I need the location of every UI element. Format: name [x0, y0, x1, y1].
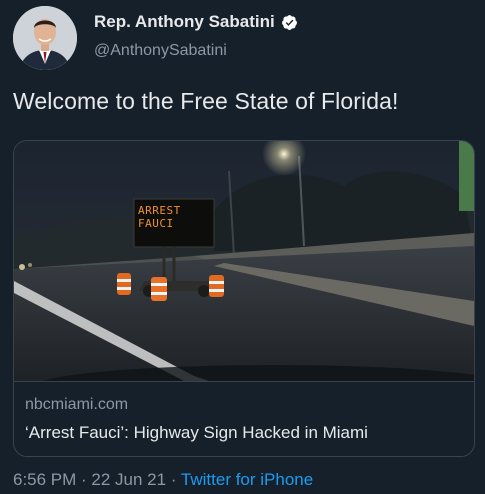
card-divider: [14, 381, 474, 382]
avatar[interactable]: [13, 6, 77, 70]
tweet-time[interactable]: 6:56 PM: [13, 470, 76, 489]
highway-night-photo: ARREST FAUCI: [14, 141, 474, 381]
card-image[interactable]: ARREST FAUCI: [14, 141, 474, 381]
verified-badge-icon: [281, 14, 297, 30]
display-name[interactable]: Rep. Anthony Sabatini: [94, 12, 275, 32]
tweet-meta: 6:56 PM · 22 Jun 21 · Twitter for iPhone: [13, 470, 313, 490]
handle[interactable]: @AnthonySabatini: [94, 42, 227, 60]
tweet-date[interactable]: 22 Jun 21: [91, 470, 166, 489]
barrel-right-icon: [209, 275, 224, 297]
sign-line-1: ARREST: [138, 204, 181, 217]
barrel-left-icon: [117, 273, 131, 295]
link-card[interactable]: ARREST FAUCI nbcmiami.com ‘Arrest Fauci’…: [13, 140, 475, 457]
profile-photo-icon: [13, 6, 77, 70]
sign-line-2: FAUCI: [138, 217, 174, 230]
card-domain: nbcmiami.com: [25, 396, 129, 413]
author-name-row[interactable]: Rep. Anthony Sabatini: [94, 12, 298, 32]
meta-separator: ·: [76, 470, 92, 489]
barrel-center-icon: [151, 277, 167, 301]
card-title: ‘Arrest Fauci’: Highway Sign Hacked in M…: [25, 423, 368, 442]
tweet-source-link[interactable]: Twitter for iPhone: [181, 470, 313, 489]
tweet-text: Welcome to the Free State of Florida!: [13, 88, 399, 114]
meta-separator: ·: [166, 470, 181, 489]
